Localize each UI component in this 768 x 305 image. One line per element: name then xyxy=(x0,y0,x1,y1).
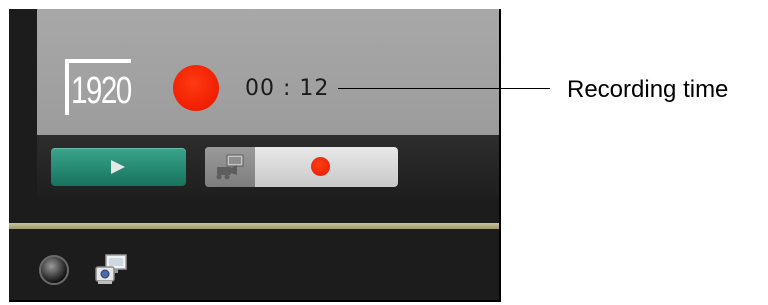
play-icon xyxy=(111,160,125,174)
camera-icon xyxy=(216,154,244,180)
camera-mode-segment[interactable] xyxy=(205,147,255,187)
status-lamp-icon xyxy=(39,255,69,285)
resolution-value: 1920 xyxy=(71,70,132,112)
callout-label: Recording time xyxy=(567,76,729,103)
camera-app-panel: 1920 00 : 12 xyxy=(9,9,501,302)
recording-time: 00 : 12 xyxy=(245,76,330,101)
monitor-display: 1920 00 : 12 xyxy=(37,9,499,136)
play-button[interactable] xyxy=(51,148,186,186)
panel-divider xyxy=(9,223,499,229)
record-dot-icon xyxy=(311,157,330,176)
control-tray xyxy=(37,135,499,199)
record-mode-toggle[interactable] xyxy=(205,147,398,187)
callout-leader-line xyxy=(338,88,550,89)
resolution-badge: 1920 xyxy=(63,59,149,115)
network-camera-icon[interactable] xyxy=(92,253,130,287)
recording-indicator-icon xyxy=(173,65,219,111)
figure-canvas: 1920 00 : 12 Recording time xyxy=(0,0,768,305)
